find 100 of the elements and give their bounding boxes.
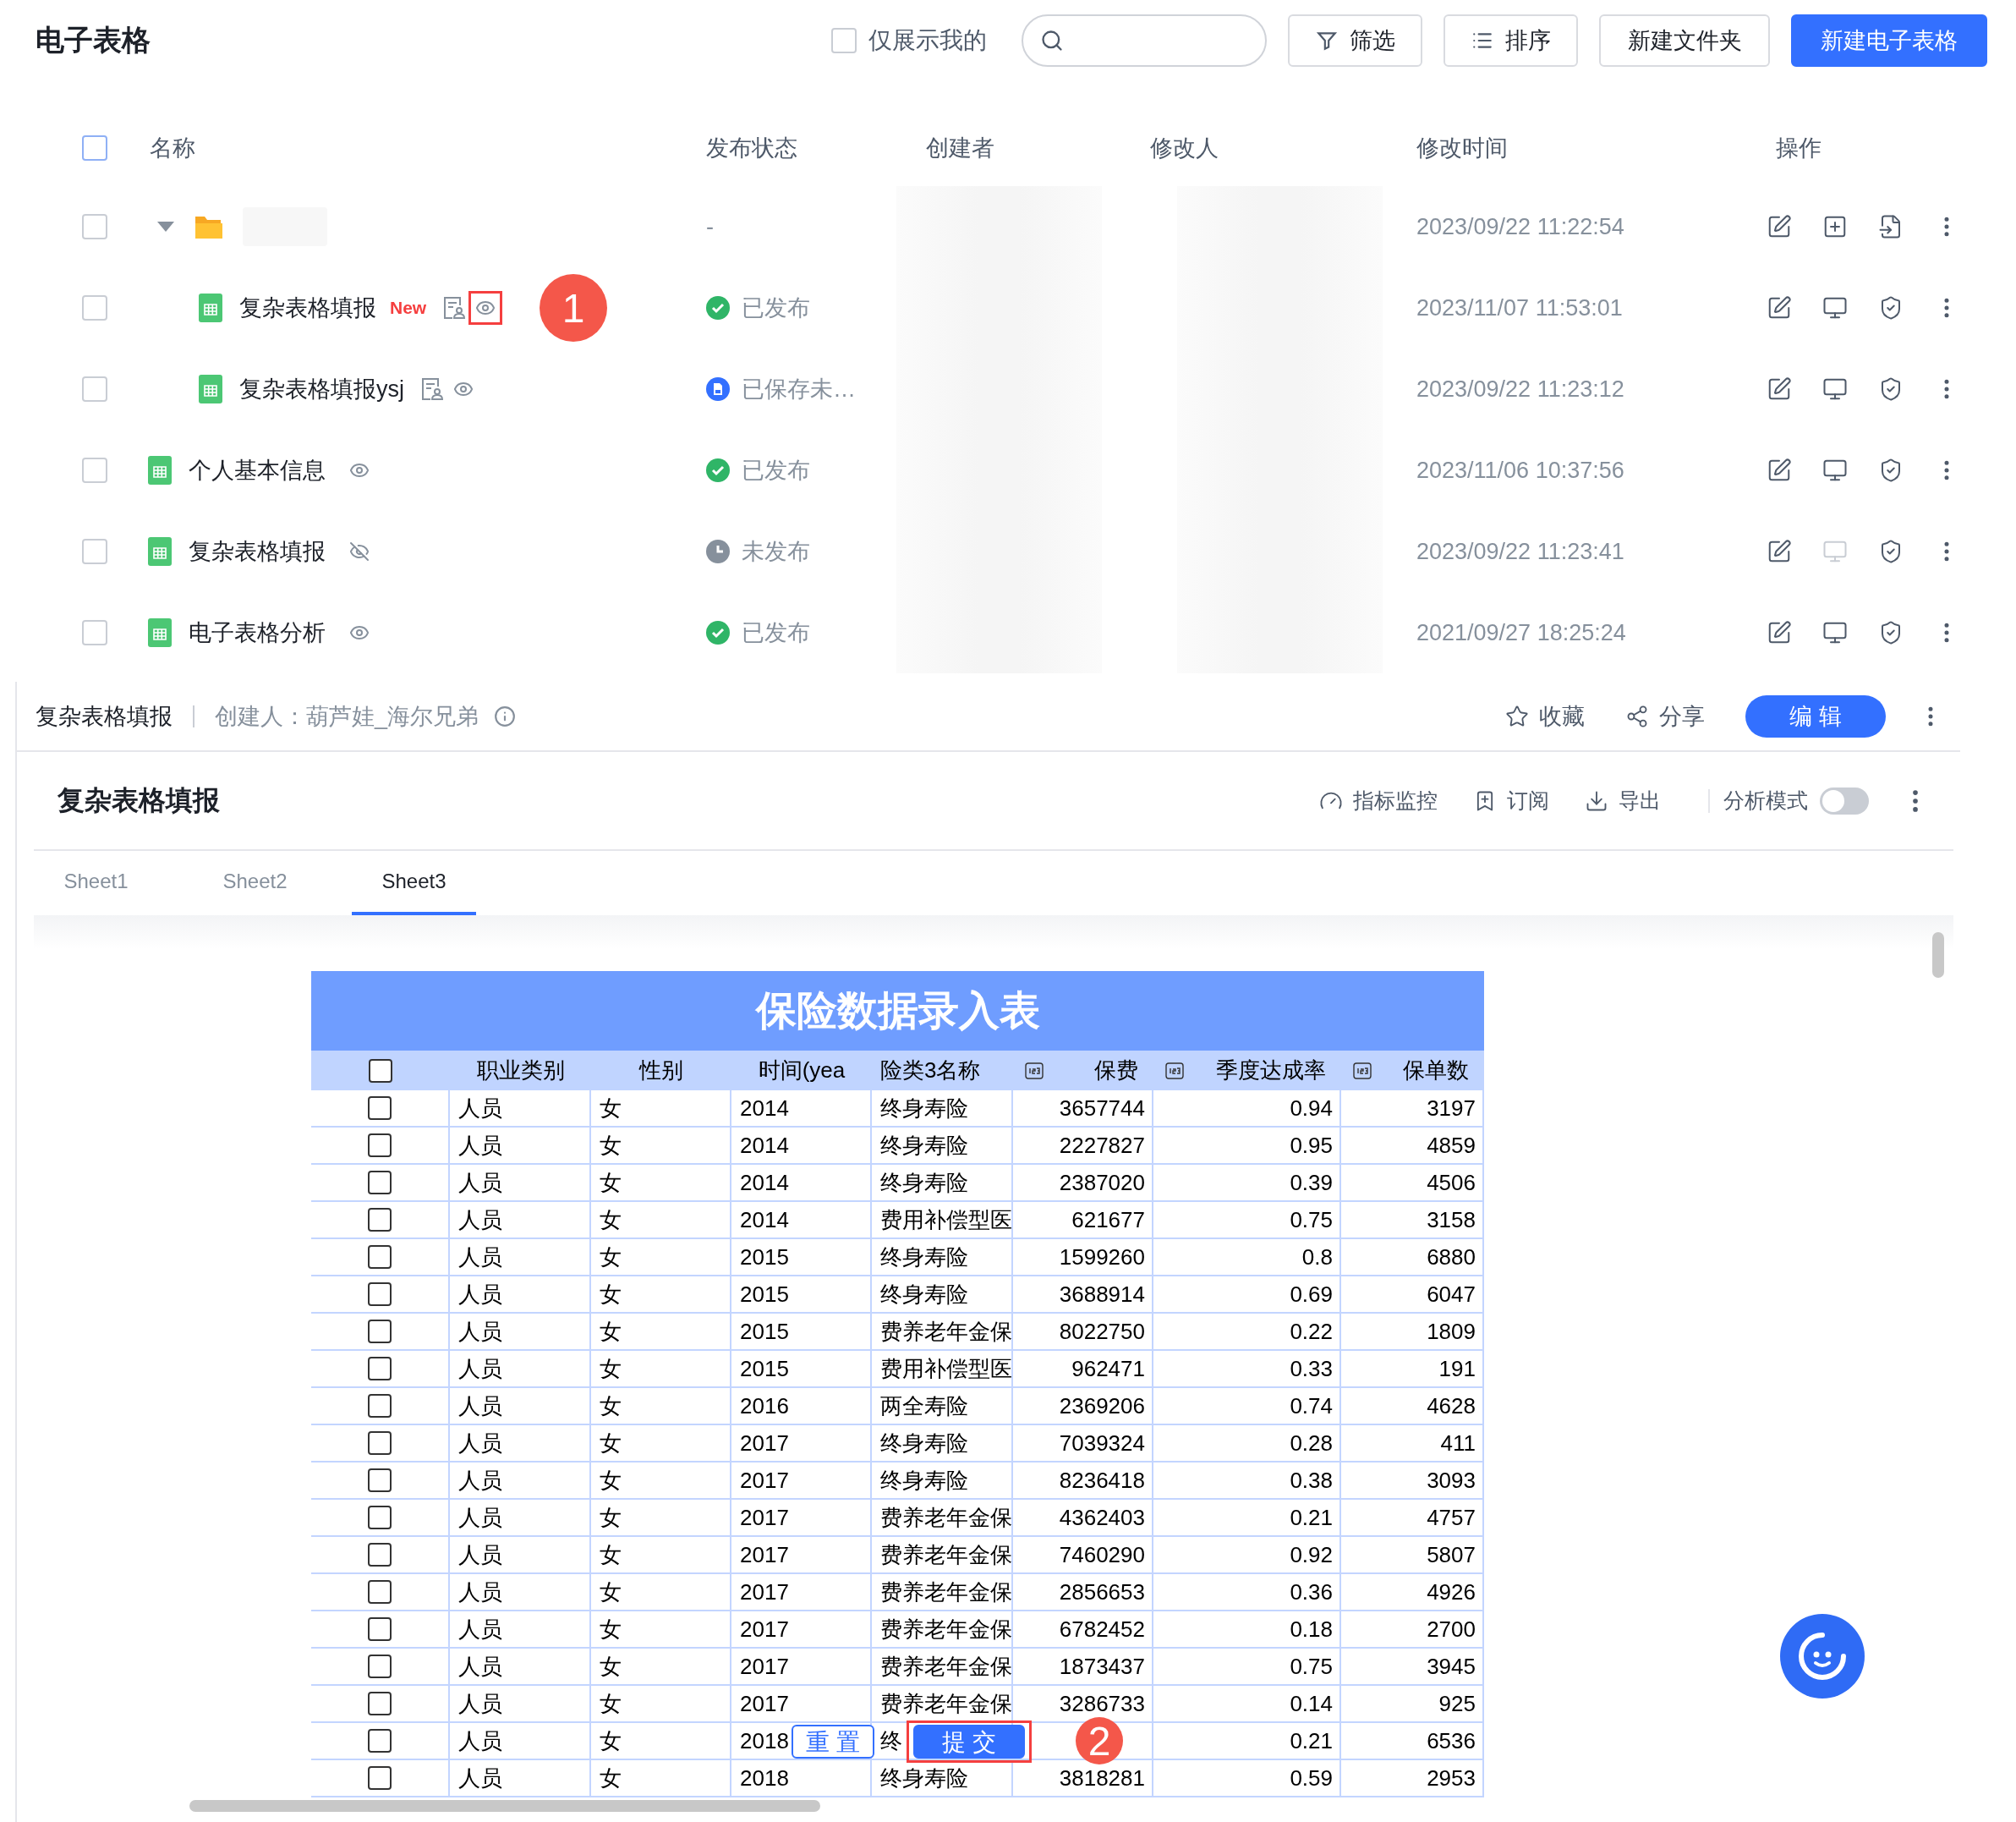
modified-time: 2023/11/06 10:37:56 <box>1416 457 1624 484</box>
table-cell-text: 女 <box>600 1689 622 1718</box>
monitor-icon[interactable] <box>1822 295 1848 321</box>
new-label: New <box>390 298 427 318</box>
modified-time: 2021/09/27 18:25:24 <box>1416 619 1626 646</box>
row-checkbox[interactable] <box>368 1729 392 1753</box>
column-header: 修改时间 <box>1416 134 1508 162</box>
edit-icon[interactable] <box>1767 376 1792 402</box>
new-folder-button[interactable]: 新建文件夹 <box>1599 14 1770 67</box>
table-cell-text: 终身寿险 <box>880 1168 968 1197</box>
column-header: 保费 <box>1094 1056 1138 1084</box>
select-all-checkbox[interactable] <box>82 135 107 161</box>
table-cell: 4926 <box>1427 1578 1476 1605</box>
table-cell: 6782452 <box>1059 1616 1145 1643</box>
report-title: 复杂表格填报 <box>58 783 220 817</box>
table-cell: 925 <box>1438 1690 1476 1717</box>
table-cell-text: 终 <box>880 1726 902 1755</box>
edit-icon[interactable] <box>1767 214 1792 239</box>
table-cell-text: 女 <box>600 1317 622 1346</box>
row-checkbox[interactable] <box>368 1431 392 1455</box>
edit-icon[interactable] <box>1767 620 1792 645</box>
monitor-button[interactable]: 指标监控 <box>1319 787 1438 815</box>
row-checkbox[interactable] <box>368 1506 392 1529</box>
expand-arrow-icon[interactable] <box>156 221 175 233</box>
table-cell-text: 女 <box>600 1764 622 1792</box>
search-field[interactable] <box>1022 14 1267 67</box>
favorite-button[interactable]: 收藏 <box>1505 700 1585 732</box>
table-cell-text: 费养老年金保 <box>880 1689 1011 1718</box>
table-cell: 0.38 <box>1290 1467 1333 1494</box>
scrollbar-thumb[interactable] <box>1932 932 1944 978</box>
row-checkbox[interactable] <box>368 1580 392 1604</box>
table-cell-text: 费养老年金保 <box>880 1540 1011 1569</box>
table-cell: 4757 <box>1427 1504 1476 1531</box>
add-icon[interactable] <box>1822 214 1848 239</box>
table-cell: 2953 <box>1427 1764 1476 1792</box>
row-checkbox[interactable] <box>368 1171 392 1194</box>
monitor-icon[interactable] <box>1822 376 1848 402</box>
select-all-checkbox[interactable] <box>369 1058 392 1083</box>
info-icon[interactable] <box>494 705 517 727</box>
row-checkbox[interactable] <box>368 1543 392 1567</box>
edit-button[interactable]: 编 辑 <box>1745 694 1886 738</box>
chat-bot-icon <box>1796 1630 1849 1682</box>
table-cell-text: 人员 <box>458 1429 502 1457</box>
eye-off-icon[interactable] <box>349 541 370 562</box>
table-cell: 0.21 <box>1290 1504 1333 1531</box>
share-button[interactable]: 分享 <box>1625 700 1705 732</box>
subscribe-button[interactable]: 订阅 <box>1473 787 1549 815</box>
table-cell: 3688914 <box>1059 1281 1145 1308</box>
scrollbar-thumb[interactable] <box>189 1800 820 1812</box>
table-cell-text: 终身寿险 <box>880 1280 968 1309</box>
row-checkbox[interactable] <box>368 1357 392 1380</box>
table-cell-text: 女 <box>600 1726 622 1755</box>
table-cell-text: 女 <box>600 1578 622 1606</box>
table-cell-text: 人员 <box>458 1466 502 1495</box>
table-cell: 6880 <box>1427 1243 1476 1270</box>
row-checkbox[interactable] <box>368 1208 392 1232</box>
sort-button[interactable]: 排序 <box>1444 14 1578 67</box>
toggle-switch[interactable] <box>1820 787 1869 815</box>
column-header: 季度达成率 <box>1216 1056 1326 1084</box>
edit-icon[interactable] <box>1767 295 1792 321</box>
search-icon <box>1040 28 1064 52</box>
edit-icon[interactable] <box>1767 539 1792 564</box>
row-checkbox[interactable] <box>368 1245 392 1269</box>
table-cell: 3945 <box>1427 1653 1476 1680</box>
table-cell-text: 人员 <box>458 1131 502 1160</box>
checkbox[interactable] <box>831 27 857 53</box>
table-cell: 411 <box>1440 1430 1476 1457</box>
row-checkbox[interactable] <box>368 1655 392 1678</box>
column-header: 保单数 <box>1403 1056 1469 1084</box>
monitor-icon[interactable] <box>1822 458 1848 483</box>
row-checkbox[interactable] <box>368 1617 392 1641</box>
row-checkbox[interactable] <box>368 1692 392 1715</box>
table-cell-text: 人员 <box>458 1354 502 1383</box>
table-cell: 5807 <box>1427 1541 1476 1568</box>
submit-button[interactable]: 提 交 <box>913 1725 1025 1759</box>
table-cell-text: 人员 <box>458 1540 502 1569</box>
star-icon <box>1505 704 1529 728</box>
reset-button[interactable]: 重 置 <box>792 1725 874 1759</box>
table-cell: 962471 <box>1071 1355 1145 1382</box>
row-checkbox[interactable] <box>368 1468 392 1492</box>
table-cell-text: 费养老年金保 <box>880 1615 1011 1644</box>
spreadsheet-icon <box>148 456 172 485</box>
table-cell: 0.33 <box>1290 1355 1333 1382</box>
table-cell: 2014 <box>740 1169 789 1196</box>
row-checkbox[interactable] <box>368 1394 392 1418</box>
modified-time: 2023/09/22 11:22:54 <box>1416 213 1624 240</box>
status-label: 未发布 <box>742 538 810 566</box>
row-checkbox[interactable] <box>368 1766 392 1790</box>
monitor-icon[interactable] <box>1822 620 1848 645</box>
row-checkbox[interactable] <box>368 1282 392 1306</box>
filter-button[interactable]: 筛选 <box>1288 14 1422 67</box>
row-checkbox[interactable] <box>368 1320 392 1343</box>
row-checkbox[interactable] <box>368 1133 392 1157</box>
new-spreadsheet-button[interactable]: 新建电子表格 <box>1791 14 1987 67</box>
edit-icon[interactable] <box>1767 458 1792 483</box>
table-cell-text: 终身寿险 <box>880 1131 968 1160</box>
column-header: 职业类别 <box>476 1056 565 1084</box>
export-button[interactable]: 导出 <box>1585 787 1661 815</box>
table-cell-text: 女 <box>600 1466 622 1495</box>
row-checkbox[interactable] <box>368 1096 392 1120</box>
